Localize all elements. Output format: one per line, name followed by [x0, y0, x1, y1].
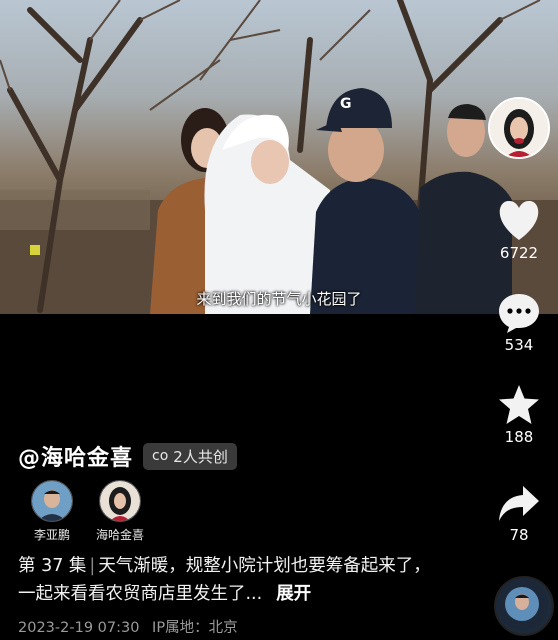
author-handle[interactable]: @海哈金喜 [18, 440, 133, 472]
favorite-count: 188 [504, 428, 534, 446]
avatar[interactable] [31, 480, 73, 522]
author-avatar[interactable] [488, 97, 550, 159]
video-frame[interactable]: G 来到我们的节气小花园了 [0, 0, 558, 314]
cocreate-badge[interactable]: co 2人共创 [143, 442, 237, 470]
music-disc-icon[interactable] [494, 576, 554, 636]
co-link-icon: co [152, 448, 169, 464]
favorite-action[interactable]: 188 [488, 384, 550, 446]
ip-location: IP属地：北京 [152, 620, 238, 636]
comment-count: 534 [504, 336, 534, 354]
cocreator-name: 李亚鹏 [33, 528, 70, 542]
post-datetime: 2023-2-19 07:30 [18, 620, 140, 636]
video-subtitle: 来到我们的节气小花园了 [196, 290, 362, 308]
avatar[interactable] [99, 480, 141, 522]
cocreator-item[interactable]: 李亚鹏 [22, 480, 82, 543]
post-meta: 2023-2-19 07:30 IP属地：北京 [18, 616, 246, 637]
comment-icon[interactable] [497, 292, 541, 334]
like-action[interactable]: 6722 [488, 200, 550, 262]
video-scene: G [0, 0, 558, 314]
share-icon[interactable] [497, 484, 541, 524]
episode-label: 第 37 集 [18, 556, 87, 576]
share-action[interactable]: 78 [488, 484, 550, 544]
svg-text:G: G [340, 96, 352, 112]
comment-action[interactable]: 534 [488, 292, 550, 354]
heart-icon[interactable] [497, 200, 541, 242]
share-count: 78 [509, 526, 529, 544]
video-caption: 第 37 集 | 天气渐暖，规整小院计划也要筹备起来了，一起来看看农贸商店里发生了.… [18, 552, 448, 608]
author-line: @海哈金喜 co 2人共创 [18, 440, 237, 472]
caption-divider: | [89, 556, 96, 576]
cocreator-list: 李亚鹏 海哈金喜 [22, 480, 158, 543]
like-count: 6722 [499, 244, 539, 262]
cocreator-item[interactable]: 海哈金喜 [90, 480, 150, 543]
cocreator-name: 海哈金喜 [95, 528, 144, 542]
expand-button[interactable]: 展开 [276, 584, 311, 604]
cocreate-label: 2人共创 [173, 447, 228, 466]
star-icon[interactable] [497, 384, 541, 426]
